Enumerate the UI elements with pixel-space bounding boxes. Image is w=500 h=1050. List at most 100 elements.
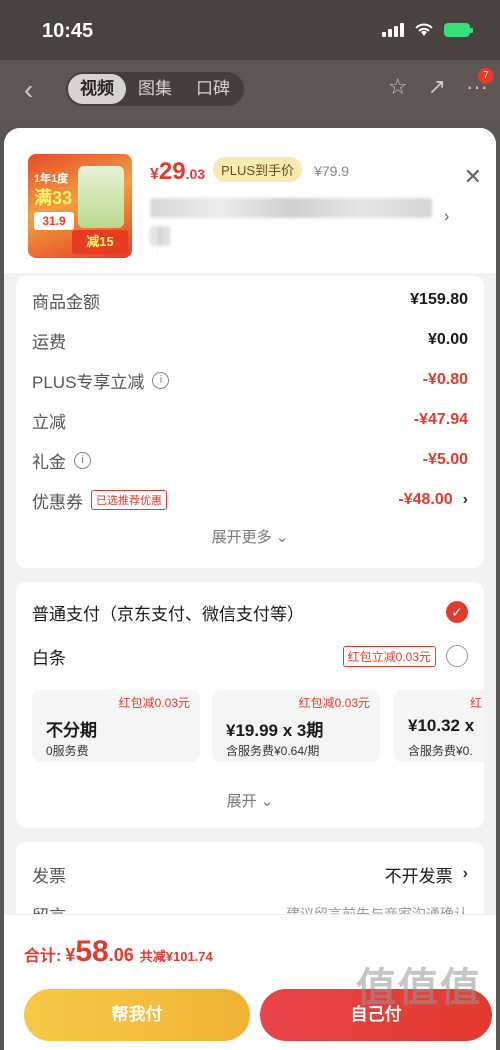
price-decimal: .03 — [185, 166, 206, 182]
watermark-url: zhizhizhi.com — [376, 1039, 462, 1050]
plan-fee: 含服务费¥0.64/期 — [226, 744, 320, 758]
amount-value: -¥48.00 — [398, 491, 453, 508]
amount-label-wrap: PLUS专享立减 i — [32, 368, 170, 393]
plan-title: 不分期 — [46, 721, 97, 740]
original-price: ¥79.9 — [314, 163, 350, 179]
amount-label: 立减 — [32, 412, 66, 432]
invoice-value: 不开发票 — [384, 866, 453, 886]
notification-badge: 7 — [478, 68, 494, 84]
amount-label: 礼金 — [32, 452, 66, 472]
info-icon[interactable]: i — [152, 371, 170, 389]
total-saved: 共减¥101.74 — [139, 949, 213, 964]
battery-icon — [444, 23, 473, 37]
normal-pay-label: 普通支付（京东支付、微信支付等） — [32, 604, 304, 624]
total-label: 合计: — [24, 948, 62, 965]
top-nav-bar: ‹ 视频 图集 口碑 ☆ ↗ ··· 7 — [0, 60, 500, 122]
total-row: 合计: ¥ 58 .06 共减¥101.74 — [24, 935, 213, 969]
nav-actions: ☆ ↗ ··· — [388, 74, 488, 100]
plan-tag: 红 — [470, 696, 483, 710]
expand-plans-button[interactable]: 展开 ⌄ — [16, 790, 484, 811]
blurred-product-title — [150, 226, 170, 246]
status-bar: 10:45 — [0, 0, 500, 60]
plan-fee: 0服务费 — [46, 744, 89, 758]
radio-icon[interactable] — [446, 645, 468, 667]
media-tabs: 视频 图集 口碑 — [66, 72, 244, 106]
amount-row: 礼金 i -¥5.00 — [32, 448, 468, 472]
favorite-icon[interactable]: ☆ — [388, 74, 408, 100]
amount-value: ¥159.80 — [410, 291, 468, 308]
chevron-down-icon: ⌄ — [260, 793, 274, 810]
amount-label-wrap: 礼金 i — [32, 448, 91, 473]
installment-plan[interactable]: 红包减0.03元 不分期 0服务费 — [32, 690, 200, 762]
invoice-row[interactable]: 发票 不开发票 › — [32, 862, 468, 886]
check-icon[interactable]: ✓ — [446, 601, 468, 623]
amount-value: -¥0.80 — [422, 371, 468, 388]
amount-value: -¥47.94 — [413, 411, 468, 428]
wifi-icon — [415, 23, 433, 36]
expand-more-label: 展开更多 — [211, 529, 272, 546]
plan-title: ¥10.32 x — [408, 716, 475, 735]
coupon-tag: 已选推荐优惠 — [91, 490, 167, 510]
baitiao-red-packet-tag: 红包立减0.03元 — [342, 645, 436, 667]
amount-row: 运费 ¥0.00 — [32, 328, 468, 352]
share-icon[interactable]: ↗ — [428, 74, 446, 100]
product-image-promo: 减15 — [72, 230, 128, 254]
tab-gallery[interactable]: 图集 — [126, 74, 184, 104]
chevron-right-icon[interactable]: › — [444, 208, 449, 226]
plan-fee: 含服务费¥0. — [408, 744, 473, 758]
plan-title: ¥19.99 x 3期 — [226, 721, 324, 740]
help-me-pay-button[interactable]: 帮我付 — [24, 989, 250, 1041]
total-symbol: ¥ — [65, 945, 76, 965]
baitiao-option[interactable]: 白条 红包立减0.03元 — [32, 644, 468, 668]
price-row: ¥ 29 .03 PLUS到手价 ¥79.9 — [150, 157, 350, 186]
signal-icon — [382, 23, 404, 37]
amount-value: -¥5.00 — [422, 451, 468, 468]
chevron-right-icon[interactable]: › — [463, 865, 468, 883]
chevron-right-icon[interactable]: › — [463, 491, 468, 509]
price-symbol: ¥ — [150, 166, 159, 183]
amount-label: 运费 — [32, 332, 66, 352]
installment-plan[interactable]: 红包减0.03元 ¥19.99 x 3期 含服务费¥0.64/期 — [212, 690, 380, 762]
status-time: 10:45 — [42, 20, 94, 42]
tab-video[interactable]: 视频 — [68, 74, 126, 104]
product-image-text: 31.9 — [34, 212, 74, 230]
watermark-logo: 值值值 zhizhizhi.com — [344, 955, 494, 1050]
close-icon[interactable]: ✕ — [464, 164, 482, 190]
amount-breakdown-card: 商品金额 ¥159.80 运费 ¥0.00 PLUS专享立减 i -¥0.80 … — [16, 276, 484, 568]
amount-label: 优惠券 — [32, 492, 83, 512]
amount-label: 商品金额 — [32, 292, 100, 312]
tab-reviews[interactable]: 口碑 — [184, 74, 242, 104]
amount-row: 立减 -¥47.94 — [32, 408, 468, 432]
amount-label: PLUS专享立减 — [32, 372, 145, 392]
payment-method-card: 普通支付（京东支付、微信支付等） ✓ 白条 红包立减0.03元 红包减0.03元… — [16, 582, 484, 828]
expand-more-button[interactable]: 展开更多 ⌄ — [16, 526, 484, 547]
installment-plan[interactable]: 红 ¥10.32 x 含服务费¥0. — [394, 690, 484, 762]
plan-tag: 红包减0.03元 — [298, 696, 370, 710]
baitiao-label: 白条 — [32, 648, 66, 668]
plus-price-badge: PLUS到手价 — [213, 157, 303, 182]
back-icon[interactable]: ‹ — [24, 74, 33, 106]
expand-plans-label: 展开 — [226, 793, 257, 810]
product-image: 1年1度 满33 31.9 减15 — [28, 154, 132, 258]
checkout-sheet: 1年1度 满33 31.9 减15 ¥ 29 .03 PLUS到手价 ¥79.9… — [4, 128, 496, 1050]
coupon-row[interactable]: 优惠券 已选推荐优惠 -¥48.00 › — [32, 488, 468, 512]
total-integer: 58 — [75, 935, 109, 968]
plan-tag: 红包减0.03元 — [118, 696, 190, 710]
amount-label-wrap: 优惠券 已选推荐优惠 — [32, 488, 167, 513]
blurred-product-title — [150, 198, 432, 218]
amount-row: PLUS专享立减 i -¥0.80 — [32, 368, 468, 392]
product-bag-graphic — [78, 166, 124, 228]
normal-pay-option[interactable]: 普通支付（京东支付、微信支付等） ✓ — [32, 600, 468, 624]
checkout-footer: 合计: ¥ 58 .06 共减¥101.74 帮我付 自己付 值值值 zhizh… — [4, 914, 496, 1050]
chevron-down-icon: ⌄ — [275, 529, 289, 546]
amount-row: 商品金额 ¥159.80 — [32, 288, 468, 312]
product-header: 1年1度 满33 31.9 减15 ¥ 29 .03 PLUS到手价 ¥79.9… — [4, 128, 496, 273]
watermark-glyphs: 值值值 — [356, 966, 482, 1010]
product-image-text: 满33 — [34, 188, 73, 208]
info-icon[interactable]: i — [74, 451, 91, 469]
invoice-label: 发票 — [32, 866, 66, 886]
amount-value: ¥0.00 — [427, 331, 468, 348]
total-decimal: .06 — [108, 945, 134, 965]
price-integer: 29 — [158, 158, 186, 185]
status-icons — [382, 22, 473, 38]
